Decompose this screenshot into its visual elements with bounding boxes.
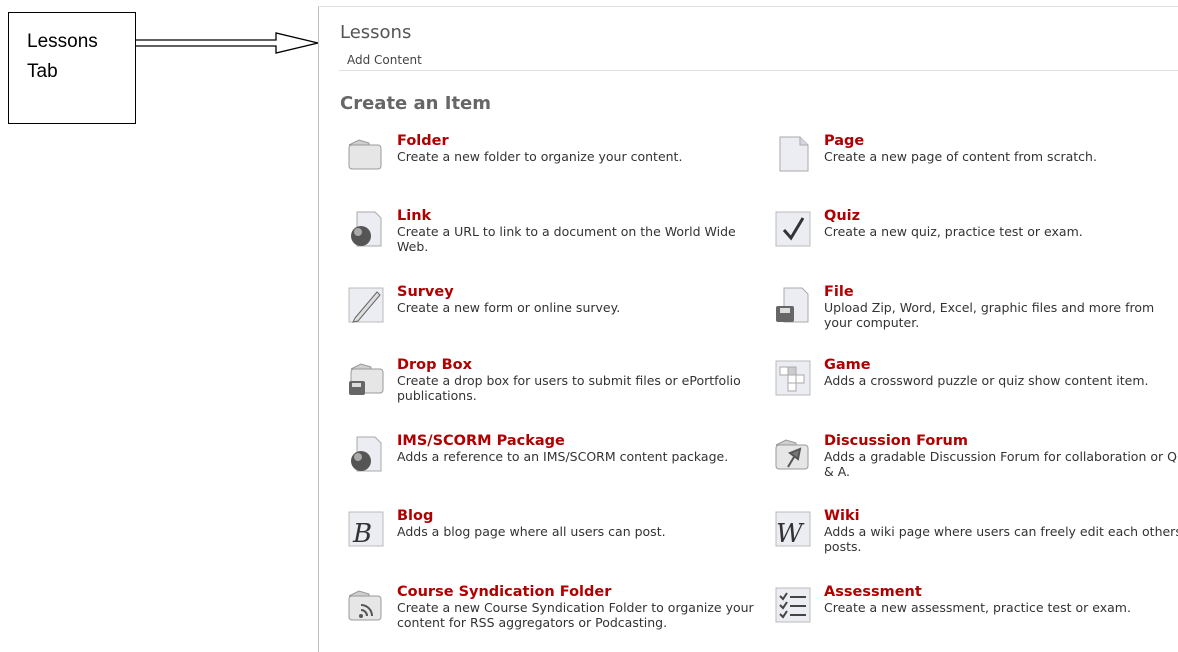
item-name[interactable]: Discussion Forum xyxy=(824,433,968,449)
package-globe-icon xyxy=(351,436,382,472)
syndication-rss-icon xyxy=(348,590,382,621)
item-name[interactable]: Assessment xyxy=(824,584,922,600)
item-description: Create a new page of content from scratc… xyxy=(824,149,1097,164)
item-description: Create a new quiz, practice test or exam… xyxy=(824,224,1083,239)
wiki-w-icon: W xyxy=(775,511,811,548)
item-name[interactable]: Wiki xyxy=(824,508,860,524)
callout-line-1: Lessons xyxy=(27,31,98,52)
item-name[interactable]: Survey xyxy=(397,284,454,300)
item-description: Adds a reference to an IMS/SCORM content… xyxy=(397,449,729,464)
item-description: Create a new assessment, practice test o… xyxy=(824,600,1131,615)
item-description: Create a new form or online survey. xyxy=(397,300,621,315)
item-name[interactable]: Page xyxy=(824,133,864,149)
callout-arrow-icon xyxy=(136,32,319,54)
lessons-panel: Lessons Add Content Create an Item Folde… xyxy=(318,6,1178,652)
panel-resize-handle[interactable] xyxy=(319,29,322,59)
item-description: Adds a crossword puzzle or quiz show con… xyxy=(824,373,1149,388)
item-name[interactable]: Folder xyxy=(397,133,449,149)
game-grid-icon xyxy=(775,360,811,396)
item-description: Create a new folder to organize your con… xyxy=(397,149,683,164)
item-description: Create a new Course Syndication Folder t… xyxy=(397,600,754,630)
survey-pencil-icon xyxy=(348,287,384,323)
file-disk-icon xyxy=(776,287,809,323)
section-heading: Create an Item xyxy=(340,93,492,114)
item-name[interactable]: Link xyxy=(397,208,431,224)
page-icon xyxy=(779,136,809,172)
item-name[interactable]: IMS/SCORM Package xyxy=(397,433,565,449)
lessons-tab-callout: Lessons Tab xyxy=(8,12,136,124)
callout-line-2: Tab xyxy=(27,61,58,82)
item-name[interactable]: Game xyxy=(824,357,871,373)
page-title: Lessons xyxy=(340,22,412,43)
item-description: Adds a wiki page where users can freely … xyxy=(824,524,1178,554)
drop-box-icon xyxy=(349,363,384,395)
divider xyxy=(339,70,1178,71)
svg-text:B: B xyxy=(352,519,372,548)
discussion-pin-icon xyxy=(775,439,809,470)
item-description: Create a URL to link to a document on th… xyxy=(397,224,736,254)
quiz-checkmark-icon xyxy=(775,211,811,247)
item-description: Adds a gradable Discussion Forum for col… xyxy=(824,449,1177,479)
item-name[interactable]: File xyxy=(824,284,854,300)
add-content-link[interactable]: Add Content xyxy=(347,53,422,67)
folder-icon xyxy=(348,139,382,170)
svg-text:W: W xyxy=(776,519,805,548)
item-name[interactable]: Drop Box xyxy=(397,357,472,373)
item-name[interactable]: Blog xyxy=(397,508,433,524)
item-description: Upload Zip, Word, Excel, graphic files a… xyxy=(824,300,1155,330)
item-name[interactable]: Quiz xyxy=(824,208,860,224)
item-description: Create a drop box for users to submit fi… xyxy=(397,373,741,403)
link-globe-icon xyxy=(351,211,382,247)
assessment-list-icon xyxy=(775,587,811,623)
blog-b-icon: B xyxy=(348,511,384,548)
item-description: Adds a blog page where all users can pos… xyxy=(397,524,666,539)
item-name[interactable]: Course Syndication Folder xyxy=(397,584,611,600)
